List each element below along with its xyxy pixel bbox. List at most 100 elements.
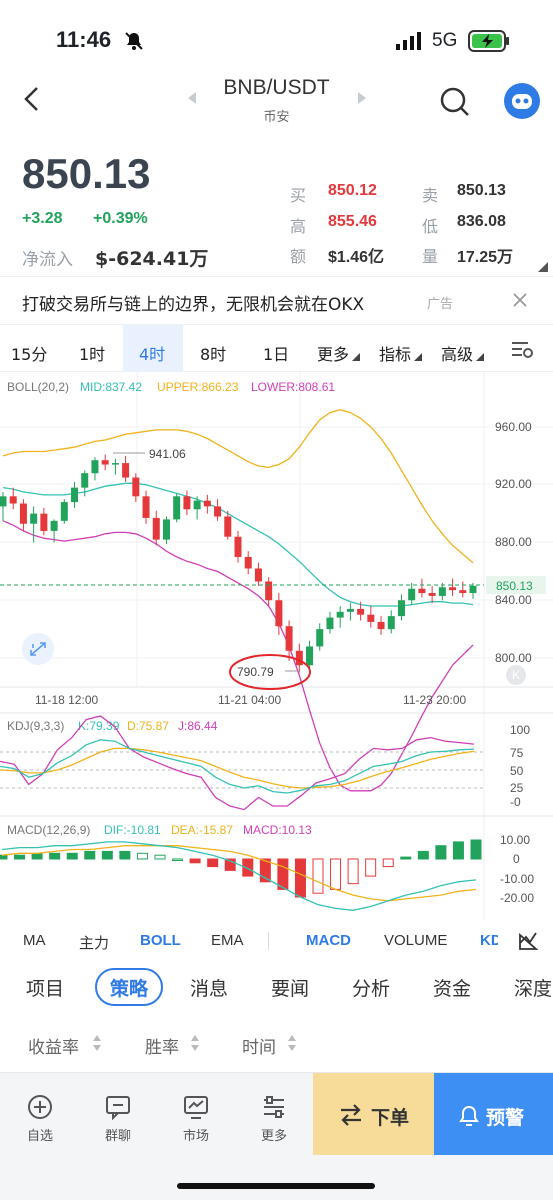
candle-body <box>101 460 109 465</box>
buy-price: 850.12 <box>328 182 377 199</box>
chart-settings-icon[interactable] <box>510 339 534 359</box>
kdj-j-line <box>0 715 475 811</box>
more-dropdown-icon <box>352 353 360 361</box>
indicator-boll[interactable]: BOLL <box>140 932 181 949</box>
macd-bar <box>101 850 113 860</box>
tab-depth[interactable]: 深度 <box>514 974 553 1001</box>
price-axis-label: 840.00 <box>495 593 532 607</box>
last-price: 850.13 <box>22 150 151 197</box>
order-button[interactable]: 下单 <box>313 1073 434 1155</box>
advanced-menu[interactable]: 高级 <box>441 341 473 365</box>
macd-value: MACD:10.13 <box>243 823 312 837</box>
candle-body <box>438 587 446 596</box>
interval-15m[interactable]: 15分 <box>11 341 47 365</box>
header: BNB/USDT 币安 <box>0 70 553 140</box>
search-icon[interactable] <box>439 86 471 118</box>
candle-body <box>152 517 160 540</box>
macd-bar <box>330 858 342 890</box>
price-axis-label: 880.00 <box>495 535 532 549</box>
network-label: 5G <box>432 30 458 51</box>
tab-analysis[interactable]: 分析 <box>352 974 390 1001</box>
interval-8h[interactable]: 8时 <box>200 341 226 365</box>
macd-bar <box>136 852 148 860</box>
candle-body <box>408 588 416 601</box>
macd-axis-label: -20.00 <box>500 891 534 905</box>
plus-circle-icon <box>28 1095 52 1119</box>
price-axis-label: 920.00 <box>495 477 532 491</box>
tab-funds[interactable]: 资金 <box>433 974 471 1001</box>
indicator-main-force[interactable]: 主力 <box>79 932 109 953</box>
candle-body <box>275 600 283 627</box>
interval-more[interactable]: 更多 <box>317 341 349 365</box>
candle-body <box>377 621 385 630</box>
nav-more[interactable]: 更多 <box>244 1093 304 1144</box>
current-price-tag: 850.13 <box>496 579 533 593</box>
robot-assistant-icon[interactable] <box>503 82 541 120</box>
candle-body <box>285 626 293 651</box>
sort-winrate[interactable]: 胜率 <box>145 1033 179 1058</box>
kdj-axis-label: 75 <box>510 746 524 760</box>
candle-body <box>469 585 477 594</box>
interval-1d[interactable]: 1日 <box>263 341 289 365</box>
candle-body <box>203 500 211 507</box>
indicator-ma[interactable]: MA <box>23 932 46 949</box>
candle-body <box>122 463 130 478</box>
indicator-ema[interactable]: EMA <box>211 932 244 949</box>
time-axis-label: 11-23 20:00 <box>403 693 466 707</box>
chat-icon <box>106 1096 130 1121</box>
ad-tag: 广告 <box>427 297 454 312</box>
tab-strategy[interactable]: 策略 <box>110 974 148 1001</box>
indicator-tabs: MA 主力 BOLL EMA MACD VOLUME KD <box>0 922 553 960</box>
candle-body <box>265 581 273 601</box>
indicator-kdj[interactable]: KD <box>480 932 498 949</box>
sort-bar: 收益率 胜率 时间 <box>0 1020 553 1068</box>
nav-watchlist[interactable]: 自选 <box>10 1093 70 1144</box>
tab-news[interactable]: 要闻 <box>271 974 309 1001</box>
tab-messages[interactable]: 消息 <box>190 974 228 1001</box>
candle-body <box>428 593 436 596</box>
ad-banner[interactable]: 打破交易所与链上的边界，无限机会就在OKX 广告 <box>0 276 553 322</box>
kdj-axis-label: -0 <box>510 795 521 809</box>
candle-body <box>234 536 242 557</box>
macd-bar <box>294 858 306 898</box>
candle-body <box>357 608 365 615</box>
close-icon[interactable] <box>512 292 528 308</box>
home-indicator <box>177 1183 375 1189</box>
sort-time[interactable]: 时间 <box>242 1033 276 1058</box>
sort-return[interactable]: 收益率 <box>28 1033 79 1058</box>
time-axis-label: 11-21 04:00 <box>218 693 281 707</box>
indicator-menu[interactable]: 指标 <box>379 341 411 365</box>
kline-chart[interactable]: BOLL(20,2) MID:837.42 UPPER:866.23 LOWER… <box>0 372 553 922</box>
macd-bar <box>154 854 166 860</box>
low-price: 836.08 <box>457 213 506 230</box>
tab-projects[interactable]: 项目 <box>26 974 64 1001</box>
candle-body <box>295 650 303 666</box>
macd-dif: DIF:-10.81 <box>104 823 161 837</box>
alert-button[interactable]: 预警 <box>434 1073 553 1155</box>
buy-label: 买 <box>290 186 307 205</box>
next-pair-icon[interactable] <box>356 90 368 106</box>
candle-body <box>173 496 181 520</box>
macd-bar <box>347 858 359 885</box>
macd-bar <box>0 854 8 860</box>
interval-4h[interactable]: 4时 <box>139 341 165 365</box>
macd-bar <box>207 858 219 868</box>
indicator-volume[interactable]: VOLUME <box>384 932 447 949</box>
candle-body <box>50 520 58 531</box>
macd-bar <box>312 858 324 894</box>
high-price: 855.46 <box>328 213 377 230</box>
high-label: 高 <box>290 217 307 236</box>
candle-body <box>244 556 252 569</box>
candle-body <box>193 500 201 510</box>
interval-1h[interactable]: 1时 <box>79 341 105 365</box>
sell-label: 卖 <box>422 186 439 205</box>
kdj-axis-label: 100 <box>510 723 530 737</box>
nav-chat[interactable]: 群聊 <box>88 1093 148 1144</box>
sell-price: 850.13 <box>457 182 506 199</box>
nav-watchlist-label: 自选 <box>26 1129 53 1144</box>
indicator-macd[interactable]: MACD <box>306 932 351 949</box>
expand-corner-icon[interactable] <box>538 262 548 272</box>
drawing-tool-icon[interactable] <box>516 929 540 953</box>
nav-market[interactable]: 市场 <box>166 1093 226 1144</box>
reset-view-icon: K <box>512 668 520 682</box>
